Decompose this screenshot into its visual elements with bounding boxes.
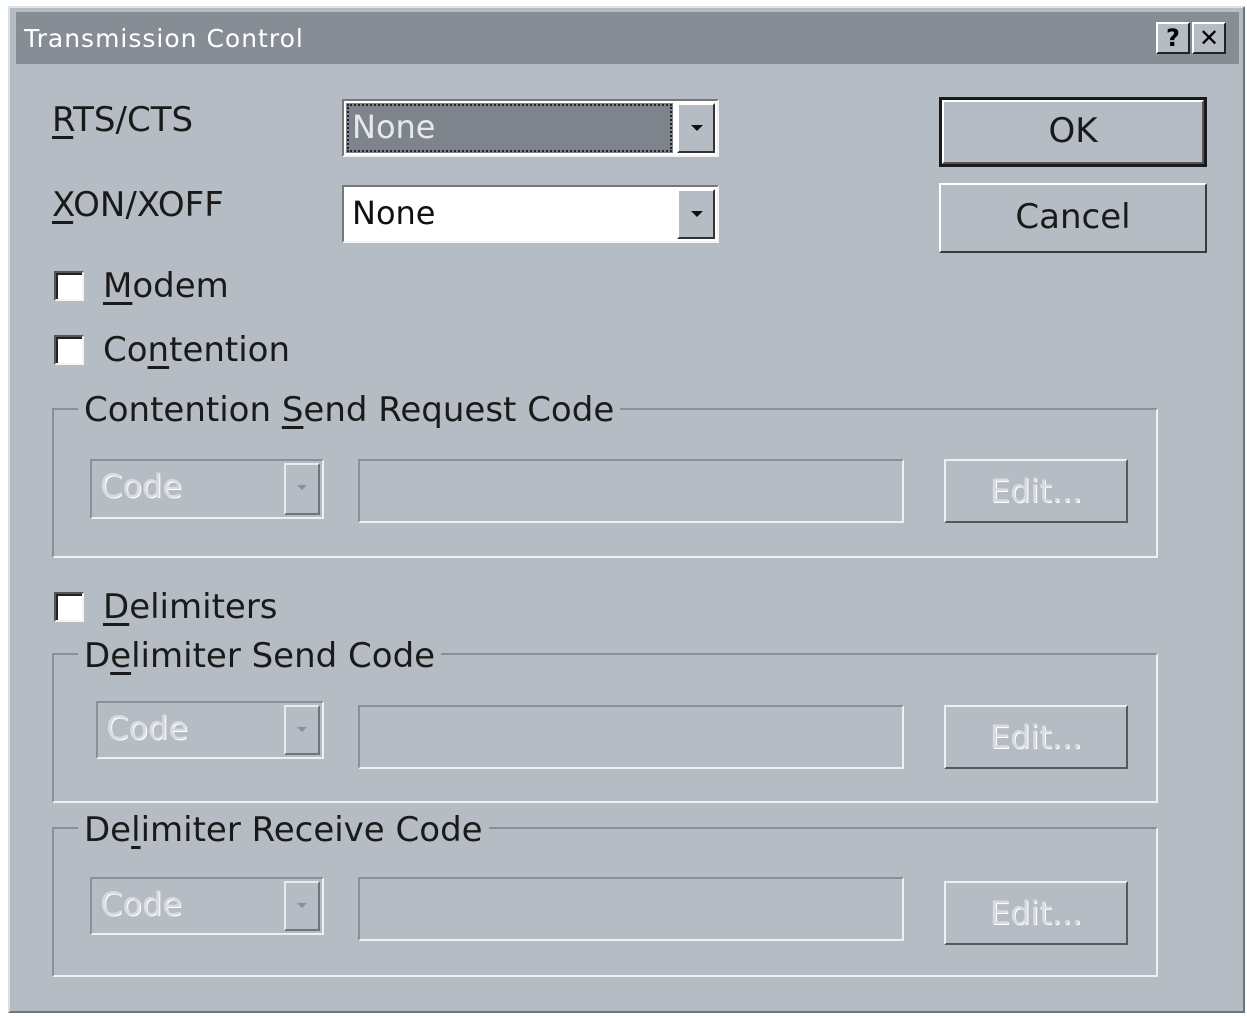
contention-label-pre: Co bbox=[103, 330, 148, 370]
window-title: Transmission Control bbox=[24, 24, 304, 53]
contention-group-title-pre: Contention bbox=[84, 390, 282, 430]
modem-checkbox[interactable] bbox=[54, 271, 84, 301]
delimiter-receive-code-combo[interactable]: Code bbox=[90, 877, 324, 935]
delimiters-checkbox[interactable] bbox=[54, 592, 84, 622]
contention-label[interactable]: Contention bbox=[103, 330, 290, 370]
ok-button-label: OK bbox=[1048, 111, 1098, 151]
xon-xoff-dropdown-button[interactable] bbox=[677, 189, 715, 239]
delimiter-send-dropdown-button[interactable] bbox=[284, 705, 320, 755]
contention-group-mnemonic: S bbox=[281, 390, 304, 430]
delimiters-label-post: elimiters bbox=[129, 587, 278, 627]
delimiter-receive-title: Delimiter Receive Code bbox=[78, 810, 489, 850]
delimiter-receive-code-value: Code bbox=[100, 885, 182, 923]
modem-label-post: odem bbox=[132, 266, 229, 306]
contention-code-dropdown-button[interactable] bbox=[284, 463, 320, 515]
close-button[interactable]: ✕ bbox=[1192, 22, 1226, 54]
delimiter-send-title: Delimiter Send Code bbox=[78, 636, 442, 676]
delimiter-receive-code-field[interactable] bbox=[358, 877, 904, 941]
modem-mnemonic: M bbox=[103, 266, 133, 306]
delimiter-send-title-pre: D bbox=[84, 636, 111, 676]
contention-mnemonic: n bbox=[147, 330, 170, 370]
chevron-down-icon bbox=[691, 125, 703, 131]
chevron-down-icon bbox=[297, 903, 307, 908]
delimiter-send-mnemonic: e bbox=[110, 636, 132, 676]
chevron-down-icon bbox=[691, 211, 703, 217]
xon-xoff-mnemonic: X bbox=[52, 185, 74, 225]
rts-cts-mnemonic: R bbox=[52, 100, 74, 140]
contention-send-request-title: Contention Send Request Code bbox=[78, 390, 621, 430]
ok-button[interactable]: OK bbox=[939, 97, 1207, 167]
rts-cts-label: RTS/CTS bbox=[52, 100, 193, 140]
delimiter-receive-edit-button[interactable]: Edit... bbox=[944, 881, 1128, 945]
rts-cts-combo[interactable]: None bbox=[342, 99, 719, 157]
contention-group-title-post: end Request Code bbox=[303, 390, 615, 430]
delimiters-mnemonic: D bbox=[103, 587, 130, 627]
xon-xoff-label-post: ON/XOFF bbox=[73, 185, 224, 225]
modem-label[interactable]: Modem bbox=[103, 266, 229, 306]
rts-cts-dropdown-button[interactable] bbox=[677, 103, 715, 153]
contention-label-post: tention bbox=[169, 330, 291, 370]
delimiter-receive-title-pre: De bbox=[84, 810, 132, 850]
contention-code-field[interactable] bbox=[358, 459, 904, 523]
xon-xoff-combo[interactable]: None bbox=[342, 185, 719, 243]
contention-code-value: Code bbox=[100, 467, 182, 505]
contention-code-combo[interactable]: Code bbox=[90, 459, 324, 519]
contention-checkbox[interactable] bbox=[54, 335, 84, 365]
contention-edit-button[interactable]: Edit... bbox=[944, 459, 1128, 523]
delimiter-send-title-post: limiter Send Code bbox=[131, 636, 436, 676]
title-bar[interactable]: Transmission Control ? ✕ bbox=[16, 12, 1239, 64]
xon-xoff-label: XON/XOFF bbox=[52, 185, 224, 225]
chevron-down-icon bbox=[297, 485, 307, 490]
delimiter-send-edit-button[interactable]: Edit... bbox=[944, 705, 1128, 769]
rts-cts-value: None bbox=[346, 103, 673, 153]
delimiter-receive-mnemonic: l bbox=[131, 810, 141, 850]
delimiter-receive-dropdown-button[interactable] bbox=[284, 881, 320, 931]
delimiter-send-code-value: Code bbox=[106, 709, 188, 747]
delimiters-label[interactable]: Delimiters bbox=[103, 587, 278, 627]
delimiter-send-code-combo[interactable]: Code bbox=[96, 701, 324, 759]
cancel-button[interactable]: Cancel bbox=[939, 183, 1207, 253]
rts-cts-label-post: TS/CTS bbox=[73, 100, 194, 140]
delimiter-receive-title-post: imiter Receive Code bbox=[140, 810, 483, 850]
xon-xoff-value: None bbox=[352, 194, 436, 232]
help-button[interactable]: ? bbox=[1156, 22, 1190, 54]
chevron-down-icon bbox=[297, 727, 307, 732]
transmission-control-dialog: Transmission Control ? ✕ RTS/CTS None XO… bbox=[8, 6, 1245, 1013]
delimiter-send-code-field[interactable] bbox=[358, 705, 904, 769]
